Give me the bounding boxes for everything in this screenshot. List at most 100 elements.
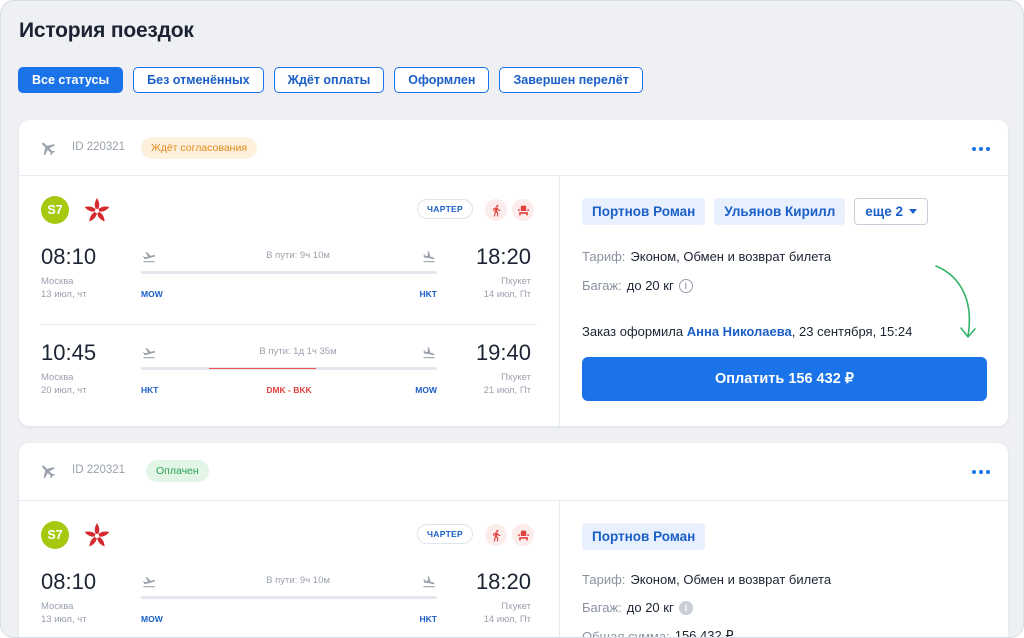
tariff-value: Эконом, Обмен и возврат билета <box>630 249 832 264</box>
segment-divider <box>41 324 537 325</box>
charter-badge: ЧАРТЕР <box>417 524 473 544</box>
tariff-row: Тариф: Эконом, Обмен и возврат билета <box>582 572 831 587</box>
order-header: ID 220321 Оплачен <box>19 443 1008 501</box>
arrival-info: Пхукет 14 июл, Пт <box>484 275 531 301</box>
info-icon[interactable]: i <box>678 600 693 615</box>
plane-icon <box>42 142 55 156</box>
baggage-row: Багаж: до 20 кг i <box>582 600 693 615</box>
chevron-down-icon <box>908 209 917 214</box>
arrival-time: 18:20 <box>475 244 531 269</box>
passenger-list: Портнов Роман Ульянов Кирилл еще 2 <box>582 198 928 225</box>
total-row: Общая сумма: 156 432 ₽ <box>582 628 734 638</box>
more-options-icon[interactable] <box>972 470 990 474</box>
flight-segment: 08:10 Москва 13 июл, чт В пути: 9ч 10м M… <box>41 569 531 637</box>
baggage-label: Багаж: <box>582 600 622 615</box>
s7-airline-logo: S7 <box>41 196 69 224</box>
info-icon[interactable]: i <box>678 278 693 293</box>
pay-button[interactable]: Оплатить 156 432 ₽ <box>582 357 987 401</box>
status-badge: Оплачен <box>146 460 209 482</box>
filter-awaiting-payment[interactable]: Ждёт оплаты <box>273 67 385 93</box>
more-passengers-label: еще 2 <box>865 204 903 219</box>
flight-track <box>141 271 437 274</box>
filter-flight-completed[interactable]: Завершен перелёт <box>499 67 643 93</box>
status-badge: Ждёт согласования <box>141 137 258 159</box>
running-icon <box>485 524 507 546</box>
order-summary: Портнов Роман Ульянов Кирилл еще 2 Тариф… <box>560 176 1008 426</box>
layover-segment <box>209 368 316 369</box>
passenger-chip[interactable]: Портнов Роман <box>582 523 706 550</box>
order-summary: Портнов Роман Тариф: Эконом, Обмен и воз… <box>560 501 1008 638</box>
landing-icon <box>423 576 435 588</box>
tariff-value: Эконом, Обмен и возврат билета <box>630 572 832 587</box>
total-label: Общая сумма: <box>582 628 670 638</box>
filter-all-statuses[interactable]: Все статусы <box>18 67 124 93</box>
ordered-by-link[interactable]: Анна Николаева <box>687 324 792 339</box>
takeoff-icon <box>143 252 155 263</box>
s7-airline-logo: S7 <box>41 521 69 549</box>
destination-code: HKT <box>419 289 437 299</box>
landing-icon <box>423 347 435 359</box>
arrival-info: Пхукет 21 июл, Пт <box>484 371 531 397</box>
order-body: S7 ЧАРТЕР 08:10 Москва 13 июл, чт В пути… <box>19 501 1008 638</box>
flight-segment: 10:45 Москва 20 июл, чт В пути: 1д 1ч 35… <box>41 340 531 410</box>
ordered-by-date: , 23 сентября, 15:24 <box>791 324 913 339</box>
departure-date: 20 июл, чт <box>41 385 87 396</box>
departure-time: 08:10 <box>41 244 97 269</box>
passenger-chip[interactable]: Портнов Роман <box>582 198 706 225</box>
departure-time: 10:45 <box>41 340 97 365</box>
order-body: S7 ЧАРТЕР 08:10 Москва 13 июл, чт В пути… <box>19 176 1008 426</box>
departure-city: Москва <box>41 372 74 383</box>
page-title: История поездок <box>19 19 194 42</box>
order-card: ID 220321 Оплачен S7 ЧАРТЕР 08:10 Москва… <box>19 443 1008 638</box>
arrival-info: Пхукет 14 июл, Пт <box>484 600 531 626</box>
flower-airline-logo <box>84 523 110 547</box>
order-card: ID 220321 Ждёт согласования S7 ЧАРТЕР 08… <box>19 120 1008 426</box>
landing-icon <box>423 251 435 263</box>
takeoff-icon <box>143 348 155 359</box>
flight-duration: В пути: 1д 1ч 35м <box>259 346 337 357</box>
flight-details: S7 ЧАРТЕР 08:10 Москва 13 июл, чт В пути… <box>19 176 559 426</box>
departure-city: Москва <box>41 601 74 612</box>
departure-date: 13 июл, чт <box>41 614 87 625</box>
arrival-city: Пхукет <box>501 276 531 287</box>
takeoff-icon <box>143 577 155 588</box>
baggage-label: Багаж: <box>582 278 622 293</box>
filter-issued[interactable]: Оформлен <box>394 67 490 93</box>
flight-segment: 08:10 Москва 13 июл, чт В пути: 9ч 10м M… <box>41 244 531 314</box>
flight-duration: В пути: 9ч 10м <box>266 575 330 586</box>
flower-airline-logo <box>84 198 110 222</box>
departure-time: 08:10 <box>41 569 97 594</box>
plane-icon <box>42 465 55 479</box>
filter-without-cancelled[interactable]: Без отменённых <box>133 67 264 93</box>
destination-code: MOW <box>415 385 437 395</box>
tariff-row: Тариф: Эконом, Обмен и возврат билета <box>582 249 831 264</box>
more-passengers-dropdown[interactable]: еще 2 <box>854 198 928 225</box>
passenger-list: Портнов Роман <box>582 523 706 550</box>
order-id: ID 220321 <box>72 141 126 153</box>
app-frame: История поездок Все статусы Без отменённ… <box>0 0 1024 638</box>
departure-city: Москва <box>41 276 74 287</box>
flight-track <box>141 596 437 599</box>
arrival-date: 14 июл, Пт <box>483 614 531 625</box>
arrival-time: 18:20 <box>475 569 531 594</box>
arrival-date: 21 июл, Пт <box>483 385 531 396</box>
departure-info: Москва 13 июл, чт <box>41 600 87 626</box>
seat-icon <box>512 524 534 546</box>
charter-badge: ЧАРТЕР <box>417 199 473 219</box>
flight-track <box>141 367 437 370</box>
arrival-time: 19:40 <box>475 340 531 365</box>
departure-info: Москва 20 июл, чт <box>41 371 87 397</box>
ordered-by-row: Заказ оформила Анна Николаева, 23 сентяб… <box>582 324 912 339</box>
baggage-value: до 20 кг <box>626 600 674 615</box>
order-header: ID 220321 Ждёт согласования <box>19 120 1008 176</box>
running-icon <box>485 199 507 221</box>
arrival-date: 14 июл, Пт <box>483 289 531 300</box>
order-id: ID 220321 <box>72 464 126 476</box>
status-filters: Все статусы Без отменённых Ждёт оплаты О… <box>18 67 643 93</box>
passenger-chip[interactable]: Ульянов Кирилл <box>714 198 846 225</box>
ordered-by-prefix: Заказ оформила <box>582 324 684 339</box>
more-options-icon[interactable] <box>972 147 990 151</box>
flight-details: S7 ЧАРТЕР 08:10 Москва 13 июл, чт В пути… <box>19 501 559 637</box>
destination-code: HKT <box>419 614 437 624</box>
baggage-row: Багаж: до 20 кг i <box>582 278 693 293</box>
